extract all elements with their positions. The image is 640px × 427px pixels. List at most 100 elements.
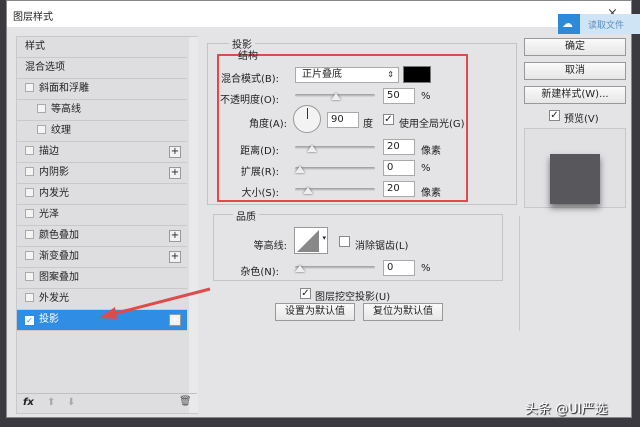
spread-input[interactable]: 0 [383, 160, 415, 176]
style-item[interactable]: 描边 + [17, 142, 187, 163]
styles-list: 样式混合选项斜面和浮雕等高线纹理描边 + 内阴影 + 内发光光泽颜色叠加 + 渐变叠加 + 图案… [16, 36, 198, 414]
noise-unit: % [421, 263, 431, 274]
angle-dial[interactable] [293, 105, 321, 133]
title-bar: 图层样式 × [7, 1, 631, 27]
blend-mode-label: 混合模式(B): [220, 74, 279, 85]
style-item-label: 图案叠加 [39, 272, 79, 283]
style-item[interactable]: 渐变叠加 + [17, 247, 187, 268]
distance-unit: 像素 [421, 146, 441, 157]
knockout-checkbox[interactable]: ✓ [300, 288, 311, 299]
cancel-button[interactable]: 取消 [524, 62, 626, 80]
read-file-label: 读取文件 [588, 21, 625, 31]
new-style-button[interactable]: 新建样式(W)... [524, 86, 626, 104]
opacity-unit: % [421, 91, 431, 102]
watermark: 头条 @UI严选 [525, 402, 608, 417]
size-slider-thumb[interactable] [303, 187, 313, 194]
style-item[interactable]: 光泽 [17, 205, 187, 226]
cloud-icon: ☁ [562, 17, 573, 30]
opacity-input[interactable]: 50 [383, 88, 415, 104]
style-item[interactable]: 样式 [17, 37, 187, 58]
angle-unit: 度 [363, 119, 373, 130]
reset-default-button[interactable]: 复位为默认值 [363, 303, 443, 321]
move-up-icon[interactable]: ⬆ [47, 397, 55, 408]
style-checkbox[interactable] [25, 230, 34, 239]
style-checkbox[interactable] [25, 146, 34, 155]
style-checkbox[interactable] [37, 104, 46, 113]
shadow-color-swatch[interactable] [403, 66, 431, 83]
style-item-label: 纹理 [51, 125, 71, 136]
spread-slider-thumb[interactable] [295, 166, 305, 173]
dialog-title: 图层样式 [13, 12, 53, 23]
style-item-label: 描边 [39, 146, 59, 157]
add-icon[interactable]: + [169, 146, 181, 158]
add-icon[interactable]: + [169, 167, 181, 179]
style-item[interactable]: 内发光 [17, 184, 187, 205]
style-item-label: 等高线 [51, 104, 81, 115]
layer-style-dialog: 图层样式 × 样式混合选项斜面和浮雕等高线纹理描边 + 内阴影 + 内发光光泽颜色叠加 +… [6, 0, 632, 418]
style-item[interactable]: 内阴影 + [17, 163, 187, 184]
antialias-checkbox[interactable] [339, 236, 350, 247]
noise-label: 杂色(N): [240, 267, 279, 278]
preview-area [524, 128, 626, 208]
style-item[interactable]: 混合选项 [17, 58, 187, 79]
noise-slider-thumb[interactable] [295, 265, 305, 272]
style-item[interactable]: 颜色叠加 + [17, 226, 187, 247]
quality-title: 品质 [233, 208, 259, 223]
angle-input[interactable]: 90 [327, 112, 359, 128]
antialias-label: 消除锯齿(L) [355, 241, 409, 252]
divider [519, 216, 520, 331]
preview-checkbox[interactable]: ✓ [549, 110, 560, 121]
distance-label: 距离(D): [240, 146, 279, 157]
red-arrow-annotation [99, 287, 211, 319]
style-checkbox[interactable] [25, 167, 34, 176]
style-checkbox[interactable] [25, 83, 34, 92]
structure-title: 结构 [238, 51, 258, 62]
global-light-label: 使用全局光(G) [399, 119, 465, 130]
spread-label: 扩展(R): [240, 167, 279, 178]
style-item-label: 外发光 [39, 293, 69, 304]
style-item[interactable]: 等高线 [17, 100, 187, 121]
style-item[interactable]: 纹理 [17, 121, 187, 142]
ok-button[interactable]: 确定 [524, 38, 626, 56]
distance-input[interactable]: 20 [383, 139, 415, 155]
move-down-icon[interactable]: ⬇ [67, 397, 75, 408]
style-item-label: 内阴影 [39, 167, 69, 178]
noise-input[interactable]: 0 [383, 260, 415, 276]
size-input[interactable]: 20 [383, 181, 415, 197]
style-item-label: 内发光 [39, 188, 69, 199]
preview-swatch [550, 154, 600, 204]
blend-mode-select[interactable]: 正片叠底 ⇕ [295, 67, 399, 83]
scrollbar[interactable] [189, 37, 198, 413]
style-checkbox[interactable] [37, 125, 46, 134]
style-item-label: 光泽 [39, 209, 59, 220]
style-checkbox[interactable] [25, 293, 34, 302]
trash-icon[interactable]: 🗑 [179, 396, 192, 407]
style-item[interactable]: 斜面和浮雕 [17, 79, 187, 100]
add-icon[interactable]: + [169, 230, 181, 242]
dropdown-arrow-icon: ▾ [322, 234, 326, 242]
style-checkbox[interactable] [25, 188, 34, 197]
style-item-label: 渐变叠加 [39, 251, 79, 262]
style-item-label: 颜色叠加 [39, 230, 79, 241]
global-light-checkbox[interactable]: ✓ [383, 114, 394, 125]
contour-picker[interactable]: ▾ [294, 227, 328, 254]
set-default-button[interactable]: 设置为默认值 [275, 303, 355, 321]
read-file-badge[interactable]: ☁ 读取文件 [558, 14, 640, 34]
size-label: 大小(S): [241, 188, 279, 199]
style-checkbox[interactable] [25, 209, 34, 218]
fx-button[interactable]: fx [23, 397, 34, 408]
contour-label: 等高线: [253, 241, 287, 252]
noise-slider[interactable] [295, 266, 375, 269]
style-item-label: 样式 [25, 41, 45, 52]
angle-label: 角度(A): [248, 119, 287, 130]
style-item-label: 混合选项 [25, 62, 65, 73]
style-checkbox[interactable] [25, 251, 34, 260]
spread-unit: % [421, 163, 431, 174]
opacity-slider-thumb[interactable] [331, 93, 341, 100]
distance-slider-thumb[interactable] [307, 145, 317, 152]
style-checkbox[interactable] [25, 272, 34, 281]
spread-slider[interactable] [295, 167, 375, 170]
blend-mode-value: 正片叠底 [302, 69, 342, 80]
add-icon[interactable]: + [169, 251, 181, 263]
style-checkbox[interactable]: ✓ [25, 316, 34, 325]
